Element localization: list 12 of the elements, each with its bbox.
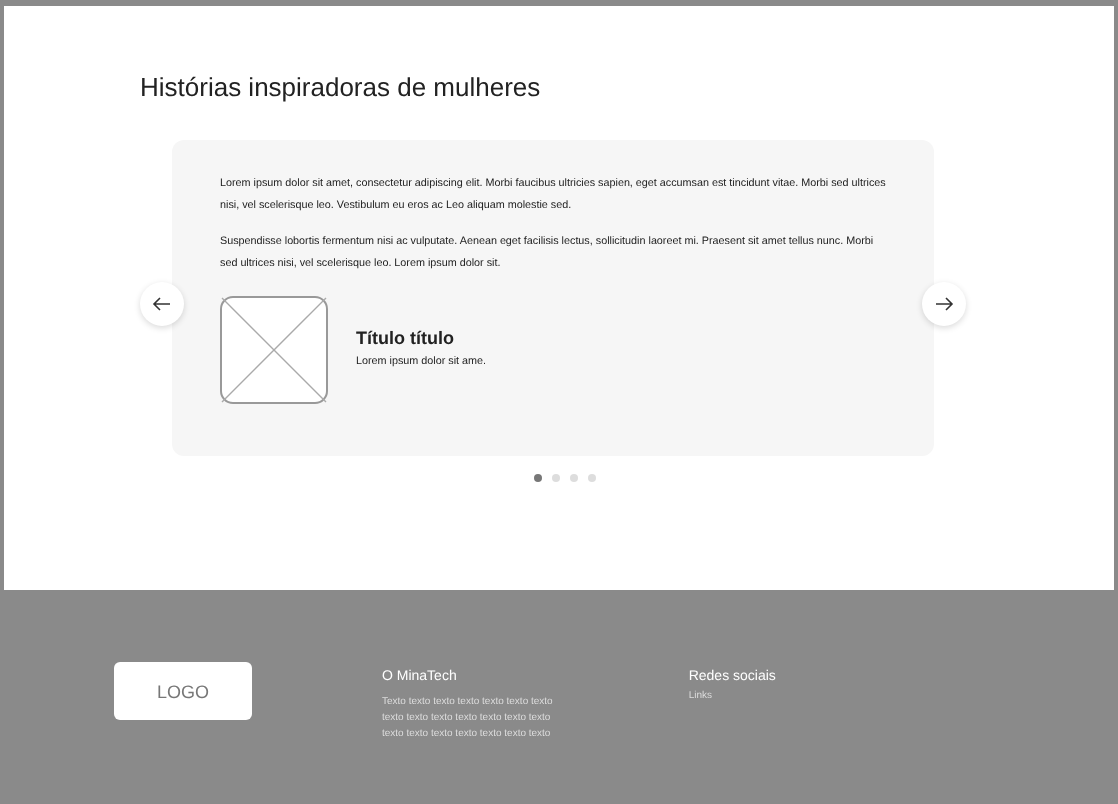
- previous-button[interactable]: [140, 282, 184, 326]
- card-title: Título título: [356, 328, 456, 348]
- right-arrow-icon: [934, 296, 954, 312]
- carousel-dot[interactable]: [534, 474, 542, 482]
- carousel-dot[interactable]: [552, 474, 560, 482]
- logo: LOGO: [114, 662, 252, 720]
- image-placeholder-icon: [220, 296, 328, 404]
- carousel-dot[interactable]: [570, 474, 578, 482]
- carousel-dot[interactable]: [588, 474, 596, 482]
- next-button[interactable]: [922, 282, 966, 326]
- section-title: Histórias inspiradoras de mulheres: [140, 72, 543, 102]
- left-arrow-icon: [152, 296, 172, 312]
